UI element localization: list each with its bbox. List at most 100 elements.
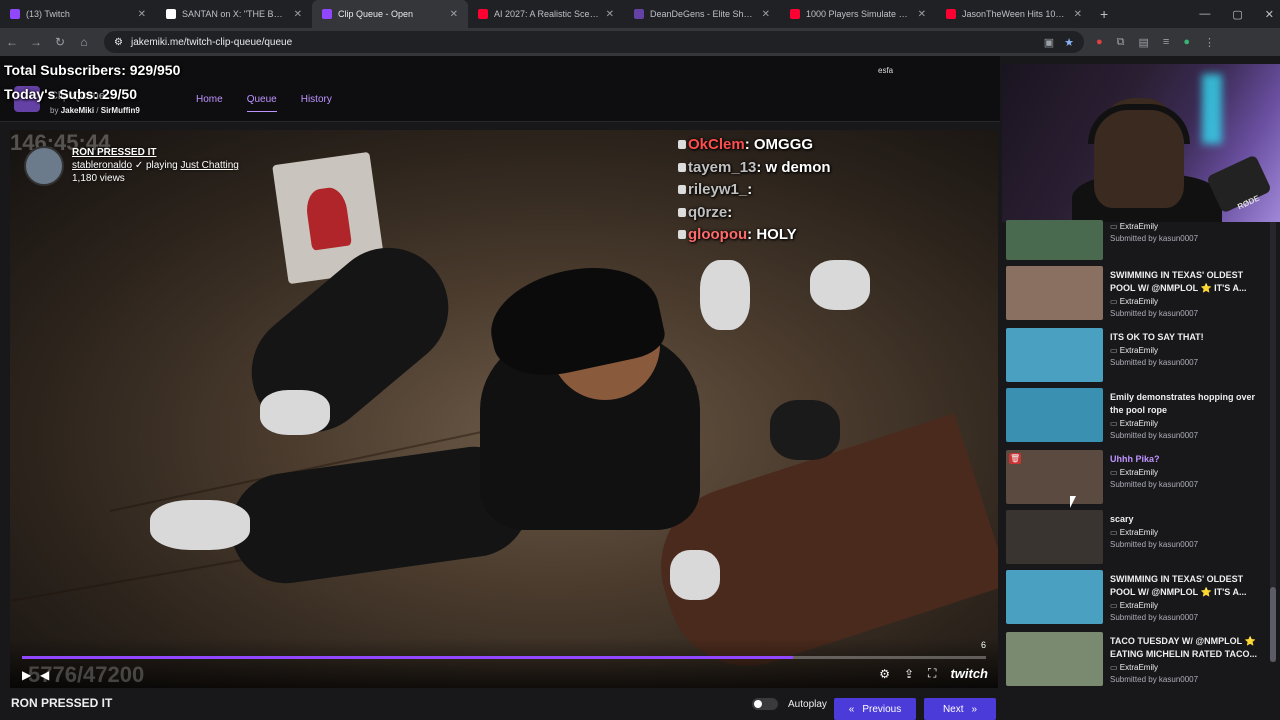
sidepanel-icon[interactable]: ▤ <box>1139 36 1149 49</box>
queue-item[interactable]: Emily demonstrates hopping over the pool… <box>1006 388 1268 444</box>
minimize-icon[interactable]: — <box>1199 8 1210 20</box>
channel-link[interactable]: stableronaldo <box>72 160 132 171</box>
avatar[interactable] <box>24 146 64 186</box>
chat-overlay: OkClem: OMGGG tayem_13: w demon rileyw1_: … <box>678 134 831 247</box>
browser-tab[interactable]: DeanDeGens - Elite Shuffle.com ✕ <box>624 0 780 28</box>
new-tab-icon[interactable]: + <box>1092 6 1116 22</box>
queue-submitter: Submitted by kasun0007 <box>1110 613 1199 622</box>
queue-thumbnail[interactable] <box>1006 570 1103 624</box>
home-icon[interactable]: ⌂ <box>72 35 96 49</box>
browser-tab[interactable]: JasonTheWeen Hits 100,000 Tw ✕ <box>936 0 1092 28</box>
tab-close-icon[interactable]: ✕ <box>762 9 770 20</box>
queue-channel-row: ▭ ExtraEmily <box>1110 221 1158 233</box>
scroll-thumb[interactable] <box>1270 587 1276 662</box>
site-nav: Home Queue History <box>196 94 332 112</box>
tab-close-icon[interactable]: ✕ <box>606 9 614 20</box>
tab-label: (13) Twitch <box>26 9 70 19</box>
queue-item-title[interactable]: scary <box>1110 513 1264 526</box>
streamer-webcam: RØDE <box>1002 64 1280 222</box>
site-info-icon[interactable]: ⚙ <box>114 37 123 48</box>
extension-red-icon[interactable]: ● <box>1096 36 1103 49</box>
queue-item[interactable]: ITS OK TO SAY THAT! ▭ ExtraEmily Submitted… <box>1006 328 1268 384</box>
reload-icon[interactable]: ↻ <box>48 35 72 49</box>
twitch-logo[interactable]: twitch <box>950 666 988 681</box>
toggle-switch[interactable] <box>752 698 778 710</box>
queue-item-title[interactable]: ITS OK TO SAY THAT! <box>1110 331 1264 344</box>
url-field[interactable]: ⚙ jakemiki.me/twitch-clip-queue/queue ▣ … <box>104 31 1084 53</box>
queue-item[interactable]: Uhhh Pika? ▭ ExtraEmily Submitted by kasun… <box>1006 450 1268 506</box>
queue-item[interactable]: TACO TUESDAY W/ @NMPLOL ⭐ EATING MICHELI… <box>1006 632 1268 688</box>
previous-label: Previous <box>862 703 902 715</box>
queue-item-title[interactable]: Uhhh Pika? <box>1110 453 1264 466</box>
author-separator: / <box>96 106 99 115</box>
settings-icon[interactable]: ⚙ <box>879 667 890 681</box>
browser-tab[interactable]: AI 2027: A Realistic Scenario of ✕ <box>468 0 624 28</box>
next-button[interactable]: Next » <box>924 698 996 720</box>
tab-close-icon[interactable]: ✕ <box>138 9 146 20</box>
bookmark-star-icon[interactable]: ★ <box>1064 36 1074 49</box>
progress-bar[interactable] <box>22 656 986 659</box>
share-icon[interactable]: ⇪ <box>904 667 914 681</box>
close-window-icon[interactable]: ✕ <box>1265 8 1274 21</box>
maximize-icon[interactable]: ▢ <box>1232 8 1242 21</box>
extensions-icon[interactable]: ⧉ <box>1117 36 1125 49</box>
queue-item[interactable]: SWIMMING IN TEXAS' OLDEST POOL W/ @NMPLO… <box>1006 266 1268 322</box>
tab-close-icon[interactable]: ✕ <box>450 9 458 20</box>
browser-tab[interactable]: SANTAN on X: "THE BOY WHO ✕ <box>156 0 312 28</box>
video-player[interactable]: 146:45:44 RON PRESSED IT stableronaldo ✓… <box>10 130 998 688</box>
nav-queue[interactable]: Queue <box>246 94 277 112</box>
tab-close-icon[interactable]: ✕ <box>294 9 302 20</box>
tab-favicon-icon <box>634 9 644 19</box>
views-count: 1,180 views <box>72 173 125 184</box>
verified-icon: ✓ <box>134 160 144 171</box>
queue-thumbnail[interactable] <box>1006 220 1103 260</box>
tab-label: Clip Queue - Open <box>338 9 414 19</box>
volume-icon[interactable]: ◀ <box>40 668 49 682</box>
tab-close-icon[interactable]: ✕ <box>1074 9 1082 20</box>
tab-favicon-icon <box>322 9 332 19</box>
previous-button[interactable]: « Previous <box>834 698 916 720</box>
remove-icon[interactable]: 🗑 <box>1009 453 1022 464</box>
queue-thumbnail[interactable] <box>1006 632 1103 686</box>
chat-username: q0rze <box>688 203 728 221</box>
tab-close-icon[interactable]: ✕ <box>918 9 926 20</box>
screenshot-icon[interactable]: ▣ <box>1044 36 1054 49</box>
browser-tab-strip: (13) Twitch✕SANTAN on X: "THE BOY WHO✕Cl… <box>0 0 1280 28</box>
shoe <box>670 550 720 600</box>
menu-icon[interactable]: ⋮ <box>1204 36 1215 49</box>
queue-scrollbar[interactable] <box>1270 222 1276 662</box>
queue-submitter: Submitted by kasun0007 <box>1110 234 1199 243</box>
fullscreen-icon[interactable]: ⛶ <box>928 666 936 681</box>
chat-username: OkClem <box>688 136 745 153</box>
browser-tab[interactable]: 1000 Players Simulate Civilizati ✕ <box>780 0 936 28</box>
headset <box>1088 104 1190 144</box>
browser-tab[interactable]: (13) Twitch ✕ <box>0 0 156 28</box>
queue-item-title[interactable]: TACO TUESDAY W/ @NMPLOL ⭐ EATING MICHELI… <box>1110 635 1264 661</box>
tab-label: DeanDeGens - Elite Shuffle.com <box>650 9 756 19</box>
queue-thumbnail[interactable] <box>1006 388 1103 442</box>
nav-home[interactable]: Home <box>196 94 223 112</box>
queue-item[interactable]: scary ▭ ExtraEmily Submitted by kasun0007 <box>1006 510 1268 566</box>
queue-thumbnail[interactable] <box>1006 328 1103 382</box>
play-icon[interactable]: ▶ <box>22 668 31 682</box>
forward-icon[interactable]: → <box>24 35 48 49</box>
browser-tab[interactable]: Clip Queue - Open ✕ <box>312 0 468 28</box>
author-link-sirmuffin[interactable]: SirMuffin9 <box>101 106 140 115</box>
author-link-jakemiki[interactable]: JakeMiki <box>61 106 94 115</box>
queue-item-title[interactable]: SWIMMING IN TEXAS' OLDEST POOL W/ @NMPLO… <box>1110 269 1264 295</box>
queue-item-title[interactable]: Emily demonstrates hopping over the pool… <box>1110 391 1264 417</box>
media-icon[interactable]: ≡ <box>1163 36 1169 49</box>
queue-thumbnail[interactable] <box>1006 266 1103 320</box>
clip-title-link[interactable]: RON PRESSED IT <box>72 146 239 159</box>
queue-thumbnail[interactable] <box>1006 510 1103 564</box>
queue-item[interactable]: SWIMMING IN TEXAS' OLDEST POOL W/ @NMPLO… <box>1006 570 1268 626</box>
profile-icon[interactable]: ● <box>1183 36 1190 49</box>
queue-channel-row: ▭ ExtraEmily <box>1110 345 1158 357</box>
category-link[interactable]: Just Chatting <box>180 160 238 171</box>
autoplay-toggle[interactable]: Autoplay <box>752 698 827 710</box>
queue-item-title[interactable]: SWIMMING IN TEXAS' OLDEST POOL W/ @NMPLO… <box>1110 573 1264 599</box>
today-subs-overlay: Today's Subs: 29/50 <box>4 86 138 102</box>
back-icon[interactable]: ← <box>0 35 24 49</box>
queue-channel: ExtraEmily <box>1119 346 1159 355</box>
nav-history[interactable]: History <box>301 94 332 112</box>
